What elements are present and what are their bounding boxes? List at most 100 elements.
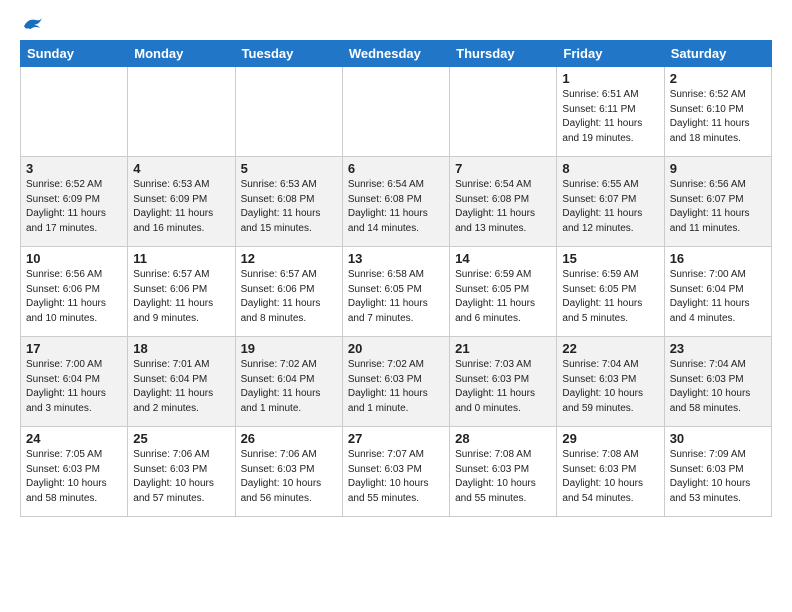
day-number: 30 (670, 431, 766, 446)
day-number: 19 (241, 341, 337, 356)
calendar-week-row: 24 Sunrise: 7:05 AMSunset: 6:03 PMDayligh… (21, 427, 772, 517)
weekday-header-friday: Friday (557, 41, 664, 67)
day-info: Sunrise: 6:54 AMSunset: 6:08 PMDaylight:… (348, 178, 444, 236)
calendar-cell: 4 Sunrise: 6:53 AMSunset: 6:09 PMDaylight… (128, 157, 235, 247)
day-info: Sunrise: 6:55 AMSunset: 6:07 PMDaylight:… (562, 178, 658, 236)
calendar-cell (235, 67, 342, 157)
day-info: Sunrise: 6:57 AMSunset: 6:06 PMDaylight:… (241, 268, 337, 326)
day-info: Sunrise: 7:07 AMSunset: 6:03 PMDaylight:… (348, 448, 444, 506)
calendar-table: SundayMondayTuesdayWednesdayThursdayFrid… (20, 40, 772, 517)
day-info: Sunrise: 7:03 AMSunset: 6:03 PMDaylight:… (455, 358, 551, 416)
calendar-cell: 29Sunrise: 7:08 AMSunset: 6:03 PMDayligh… (557, 427, 664, 517)
calendar-cell (450, 67, 557, 157)
day-number: 18 (133, 341, 229, 356)
day-info: Sunrise: 7:04 AMSunset: 6:03 PMDaylight:… (562, 358, 658, 416)
calendar-cell: 28 Sunrise: 7:08 AMSunset: 6:03 PMDayligh… (450, 427, 557, 517)
calendar-week-row: 10 Sunrise: 6:56 AMSunset: 6:06 PMDayligh… (21, 247, 772, 337)
calendar-week-row: 1 Sunrise: 6:51 AMSunset: 6:11 PMDaylight… (21, 67, 772, 157)
day-number: 13 (348, 251, 444, 266)
day-info: Sunrise: 6:54 AMSunset: 6:08 PMDaylight:… (455, 178, 551, 236)
day-number: 5 (241, 161, 337, 176)
day-info: Sunrise: 7:09 AMSunset: 6:03 PMDaylight:… (670, 448, 766, 506)
day-info: Sunrise: 6:53 AMSunset: 6:08 PMDaylight:… (241, 178, 337, 236)
weekday-header-wednesday: Wednesday (342, 41, 449, 67)
calendar-cell: 27 Sunrise: 7:07 AMSunset: 6:03 PMDayligh… (342, 427, 449, 517)
calendar-cell: 30 Sunrise: 7:09 AMSunset: 6:03 PMDayligh… (664, 427, 771, 517)
calendar-cell: 8 Sunrise: 6:55 AMSunset: 6:07 PMDaylight… (557, 157, 664, 247)
logo (20, 16, 44, 32)
calendar-cell: 26 Sunrise: 7:06 AMSunset: 6:03 PMDayligh… (235, 427, 342, 517)
day-number: 26 (241, 431, 337, 446)
day-number: 1 (562, 71, 658, 86)
calendar-cell: 14 Sunrise: 6:59 AMSunset: 6:05 PMDayligh… (450, 247, 557, 337)
day-info: Sunrise: 7:00 AMSunset: 6:04 PMDaylight:… (670, 268, 766, 326)
day-number: 27 (348, 431, 444, 446)
day-info: Sunrise: 6:51 AMSunset: 6:11 PMDaylight:… (562, 88, 658, 146)
day-number: 6 (348, 161, 444, 176)
day-info: Sunrise: 7:05 AMSunset: 6:03 PMDaylight:… (26, 448, 122, 506)
calendar-cell (21, 67, 128, 157)
calendar-week-row: 17Sunrise: 7:00 AMSunset: 6:04 PMDayligh… (21, 337, 772, 427)
calendar-cell (128, 67, 235, 157)
day-info: Sunrise: 6:53 AMSunset: 6:09 PMDaylight:… (133, 178, 229, 236)
day-number: 10 (26, 251, 122, 266)
day-info: Sunrise: 7:06 AMSunset: 6:03 PMDaylight:… (241, 448, 337, 506)
calendar-header-row: SundayMondayTuesdayWednesdayThursdayFrid… (21, 41, 772, 67)
calendar-cell: 21Sunrise: 7:03 AMSunset: 6:03 PMDayligh… (450, 337, 557, 427)
calendar-cell: 16 Sunrise: 7:00 AMSunset: 6:04 PMDayligh… (664, 247, 771, 337)
calendar-cell: 13 Sunrise: 6:58 AMSunset: 6:05 PMDayligh… (342, 247, 449, 337)
calendar-cell: 6 Sunrise: 6:54 AMSunset: 6:08 PMDaylight… (342, 157, 449, 247)
day-number: 3 (26, 161, 122, 176)
day-number: 28 (455, 431, 551, 446)
weekday-header-saturday: Saturday (664, 41, 771, 67)
day-info: Sunrise: 7:08 AMSunset: 6:03 PMDaylight:… (455, 448, 551, 506)
day-number: 15 (562, 251, 658, 266)
day-info: Sunrise: 7:01 AMSunset: 6:04 PMDaylight:… (133, 358, 229, 416)
day-number: 17 (26, 341, 122, 356)
calendar-cell: 18 Sunrise: 7:01 AMSunset: 6:04 PMDayligh… (128, 337, 235, 427)
weekday-header-monday: Monday (128, 41, 235, 67)
day-number: 4 (133, 161, 229, 176)
day-info: Sunrise: 6:52 AMSunset: 6:09 PMDaylight:… (26, 178, 122, 236)
day-number: 12 (241, 251, 337, 266)
day-info: Sunrise: 6:56 AMSunset: 6:07 PMDaylight:… (670, 178, 766, 236)
calendar-cell: 7Sunrise: 6:54 AMSunset: 6:08 PMDaylight… (450, 157, 557, 247)
day-number: 8 (562, 161, 658, 176)
weekday-header-thursday: Thursday (450, 41, 557, 67)
calendar-page: SundayMondayTuesdayWednesdayThursdayFrid… (0, 0, 792, 527)
day-number: 2 (670, 71, 766, 86)
day-info: Sunrise: 7:02 AMSunset: 6:03 PMDaylight:… (348, 358, 444, 416)
day-number: 24 (26, 431, 122, 446)
calendar-cell: 9 Sunrise: 6:56 AMSunset: 6:07 PMDaylight… (664, 157, 771, 247)
day-info: Sunrise: 6:59 AMSunset: 6:05 PMDaylight:… (562, 268, 658, 326)
day-info: Sunrise: 6:58 AMSunset: 6:05 PMDaylight:… (348, 268, 444, 326)
calendar-cell: 23 Sunrise: 7:04 AMSunset: 6:03 PMDayligh… (664, 337, 771, 427)
calendar-cell: 19 Sunrise: 7:02 AMSunset: 6:04 PMDayligh… (235, 337, 342, 427)
calendar-cell: 20Sunrise: 7:02 AMSunset: 6:03 PMDayligh… (342, 337, 449, 427)
day-info: Sunrise: 6:56 AMSunset: 6:06 PMDaylight:… (26, 268, 122, 326)
calendar-cell: 12 Sunrise: 6:57 AMSunset: 6:06 PMDayligh… (235, 247, 342, 337)
calendar-cell: 22 Sunrise: 7:04 AMSunset: 6:03 PMDayligh… (557, 337, 664, 427)
calendar-cell: 1 Sunrise: 6:51 AMSunset: 6:11 PMDaylight… (557, 67, 664, 157)
weekday-header-tuesday: Tuesday (235, 41, 342, 67)
day-info: Sunrise: 7:04 AMSunset: 6:03 PMDaylight:… (670, 358, 766, 416)
logo-bird-icon (22, 16, 44, 36)
day-info: Sunrise: 6:59 AMSunset: 6:05 PMDaylight:… (455, 268, 551, 326)
calendar-cell: 17Sunrise: 7:00 AMSunset: 6:04 PMDayligh… (21, 337, 128, 427)
calendar-cell: 10 Sunrise: 6:56 AMSunset: 6:06 PMDayligh… (21, 247, 128, 337)
day-number: 9 (670, 161, 766, 176)
day-info: Sunrise: 7:02 AMSunset: 6:04 PMDaylight:… (241, 358, 337, 416)
day-info: Sunrise: 7:06 AMSunset: 6:03 PMDaylight:… (133, 448, 229, 506)
day-info: Sunrise: 6:57 AMSunset: 6:06 PMDaylight:… (133, 268, 229, 326)
day-number: 23 (670, 341, 766, 356)
day-number: 16 (670, 251, 766, 266)
calendar-cell: 11 Sunrise: 6:57 AMSunset: 6:06 PMDayligh… (128, 247, 235, 337)
day-number: 29 (562, 431, 658, 446)
day-number: 22 (562, 341, 658, 356)
calendar-cell (342, 67, 449, 157)
calendar-cell: 2Sunrise: 6:52 AMSunset: 6:10 PMDaylight… (664, 67, 771, 157)
day-number: 14 (455, 251, 551, 266)
page-header (20, 16, 772, 32)
calendar-week-row: 3 Sunrise: 6:52 AMSunset: 6:09 PMDaylight… (21, 157, 772, 247)
day-number: 11 (133, 251, 229, 266)
